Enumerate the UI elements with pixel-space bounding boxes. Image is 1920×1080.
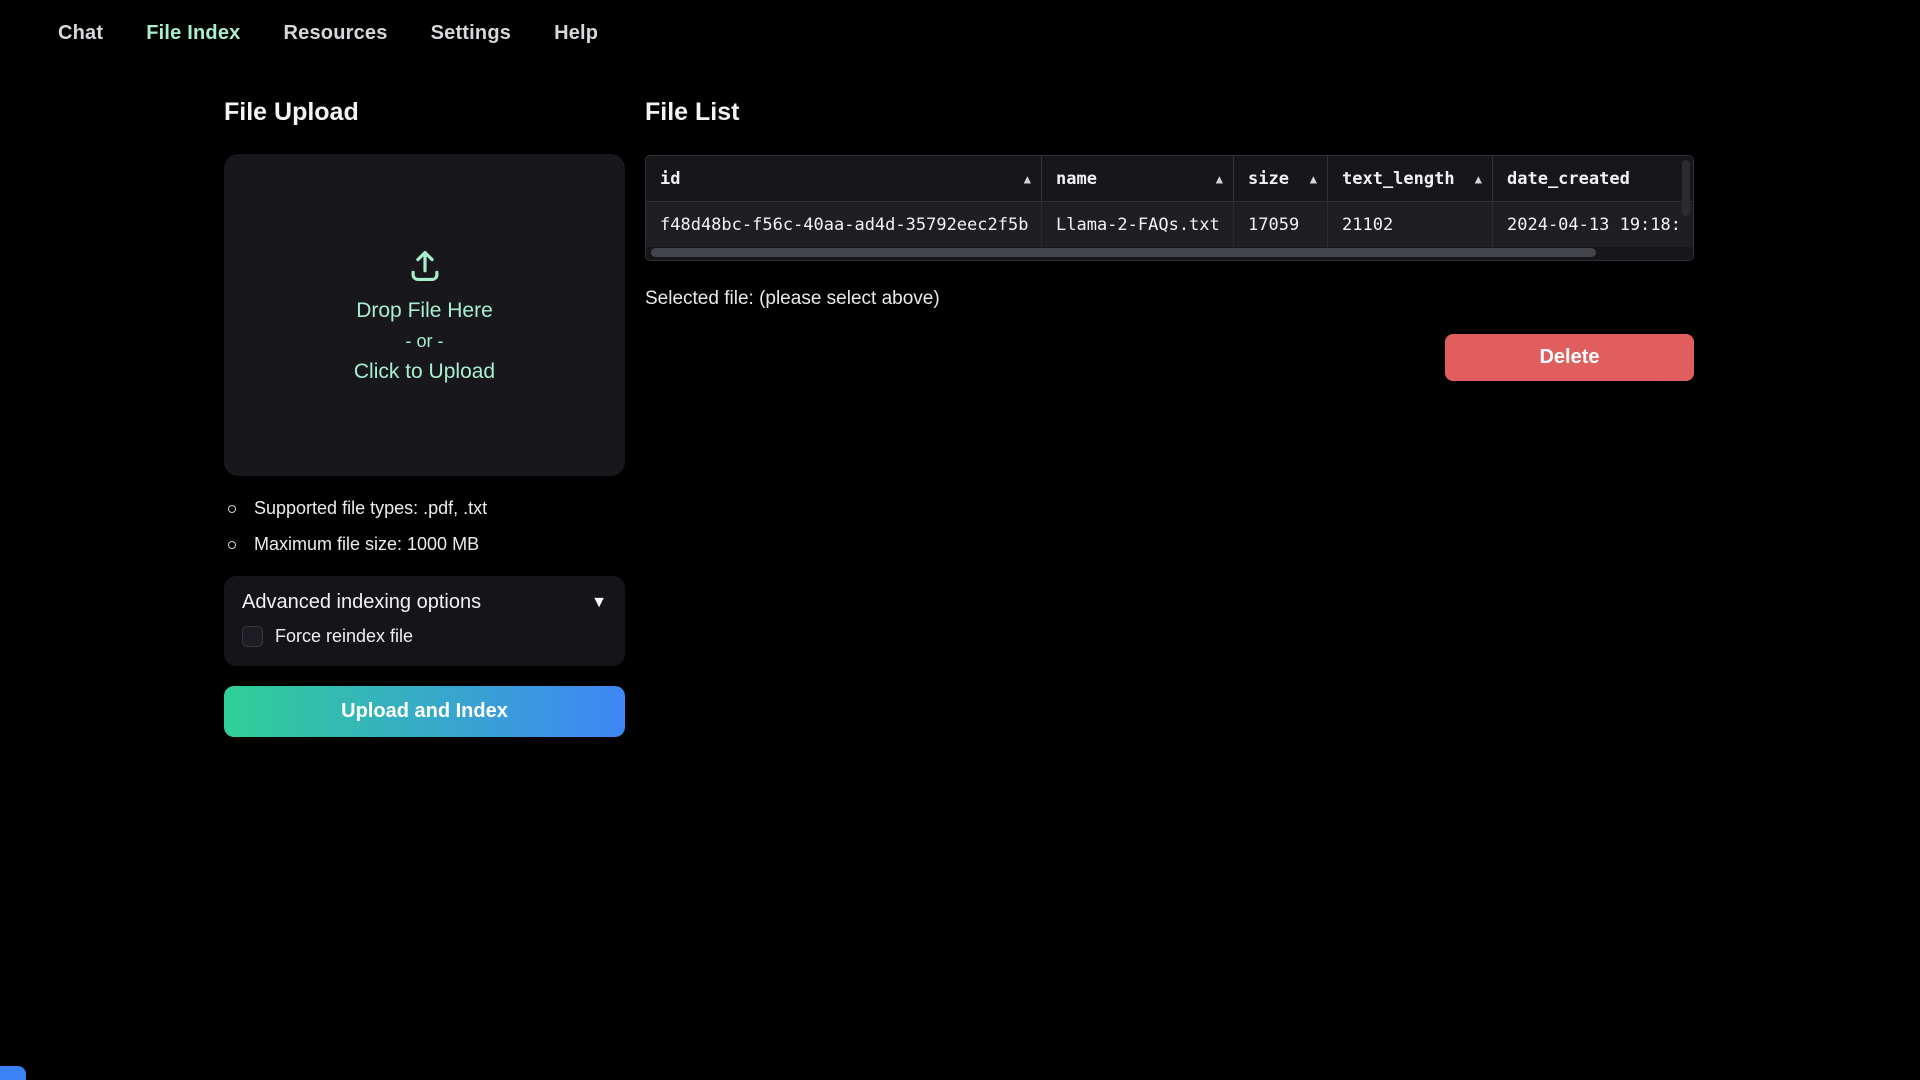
tab-help[interactable]: Help [554,22,598,45]
tab-file-index[interactable]: File Index [146,22,240,45]
advanced-options-title: Advanced indexing options [242,591,481,614]
tab-settings[interactable]: Settings [431,22,512,45]
file-list-title: File List [645,98,739,127]
upload-and-index-button[interactable]: Upload and Index [224,686,625,737]
partial-button-sliver [0,1066,26,1080]
file-table-header-row: id ▲ name ▲ size ▲ text_length ▲ date_cr… [646,156,1693,202]
table-row[interactable]: f48d48bc-f56c-40aa-ad4d-35792eec2f5b Lla… [646,202,1693,247]
advanced-options-accordion: Advanced indexing options ▼ Force reinde… [224,576,625,666]
cell-size[interactable]: 17059 [1234,202,1328,247]
sort-asc-icon[interactable]: ▲ [1216,172,1223,186]
column-header-size[interactable]: size ▲ [1234,156,1328,201]
cell-date-created[interactable]: 2024-04-13 19:18: [1493,202,1694,247]
upload-notes: Supported file types: .pdf, .txt Maximum… [228,498,629,570]
note-max-size-text: Maximum file size: 1000 MB [254,534,479,555]
horizontal-scrollbar-thumb[interactable] [651,248,1596,257]
advanced-options-header[interactable]: Advanced indexing options ▼ [242,591,607,614]
top-nav: Chat File Index Resources Settings Help [0,0,1920,66]
force-reindex-checkbox[interactable] [242,626,263,647]
cell-name[interactable]: Llama-2-FAQs.txt [1042,202,1234,247]
note-supported-types: Supported file types: .pdf, .txt [228,498,629,519]
selected-file-status: Selected file: (please select above) [645,288,940,310]
cell-id[interactable]: f48d48bc-f56c-40aa-ad4d-35792eec2f5b [646,202,1042,247]
file-dropzone[interactable]: Drop File Here - or - Click to Upload [224,154,625,476]
note-max-size: Maximum file size: 1000 MB [228,534,629,555]
column-header-text-length-label: text_length [1342,169,1455,189]
cell-text-length[interactable]: 21102 [1328,202,1493,247]
column-header-date-created[interactable]: date_created [1493,156,1694,201]
file-table: id ▲ name ▲ size ▲ text_length ▲ date_cr… [645,155,1694,261]
column-header-text-length[interactable]: text_length ▲ [1328,156,1493,201]
column-header-id-label: id [660,169,680,189]
column-header-name[interactable]: name ▲ [1042,156,1234,201]
note-supported-types-text: Supported file types: .pdf, .txt [254,498,487,519]
tab-chat[interactable]: Chat [58,22,103,45]
sort-asc-icon[interactable]: ▲ [1310,172,1317,186]
sort-asc-icon[interactable]: ▲ [1475,172,1482,186]
chevron-down-icon[interactable]: ▼ [591,594,607,612]
bullet-icon [228,505,236,513]
upload-icon [406,247,444,285]
delete-button[interactable]: Delete [1445,334,1694,381]
sort-asc-icon[interactable]: ▲ [1024,172,1031,186]
tab-resources[interactable]: Resources [284,22,388,45]
column-header-date-created-label: date_created [1507,169,1630,189]
column-header-name-label: name [1056,169,1097,189]
force-reindex-label: Force reindex file [275,626,413,647]
force-reindex-row[interactable]: Force reindex file [242,626,607,647]
bullet-icon [228,541,236,549]
file-upload-title: File Upload [224,98,359,127]
dropzone-click-text[interactable]: Click to Upload [354,360,495,384]
vertical-scrollbar-thumb[interactable] [1682,160,1690,216]
dropzone-drop-text: Drop File Here [356,299,493,323]
column-header-size-label: size [1248,169,1289,189]
column-header-id[interactable]: id ▲ [646,156,1042,201]
horizontal-scrollbar[interactable] [651,248,1679,257]
dropzone-or-text: - or - [406,331,444,352]
